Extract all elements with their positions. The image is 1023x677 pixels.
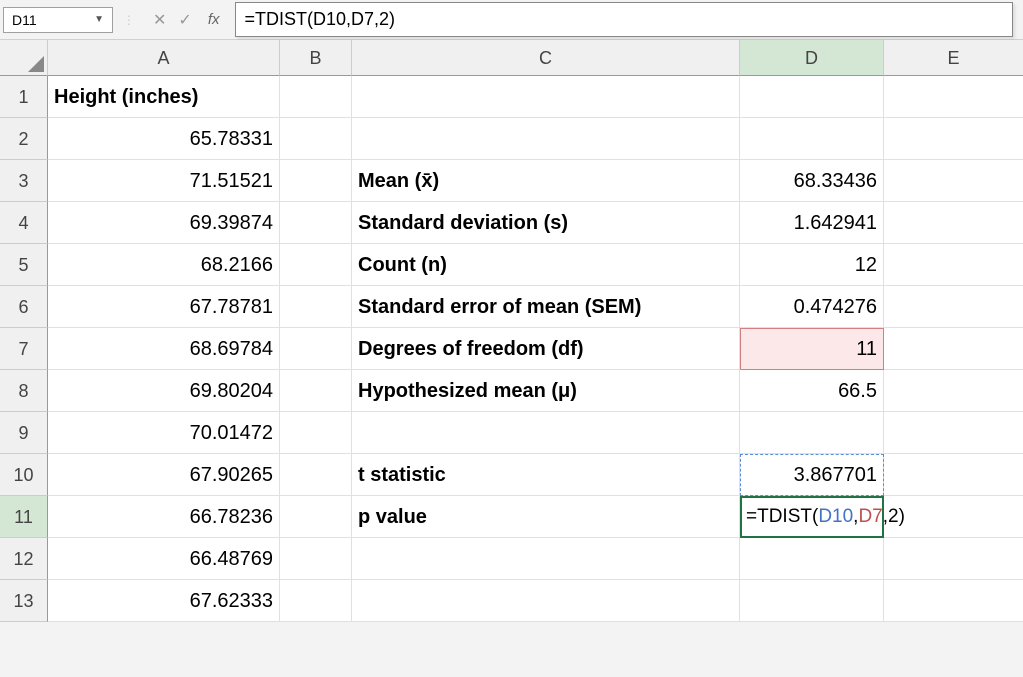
formula-bar: D11 ▼ ⋮ ✕ ✓ fx =TDIST(D10,D7,2) [0, 0, 1023, 40]
cell-D12[interactable] [740, 538, 884, 580]
cell-A4[interactable]: 69.39874 [48, 202, 280, 244]
cell-D13[interactable] [740, 580, 884, 622]
spreadsheet: A B C D E 1 Height (inches) 2 65.78331 3… [0, 40, 1023, 622]
row-header-8[interactable]: 8 [0, 370, 48, 412]
cell-A9[interactable]: 70.01472 [48, 412, 280, 454]
cell-D6[interactable]: 0.474276 [740, 286, 884, 328]
col-header-A[interactable]: A [48, 40, 280, 76]
cell-D11[interactable]: =TDIST(D10,D7,2) [740, 496, 884, 538]
row-header-4[interactable]: 4 [0, 202, 48, 244]
cell-B11[interactable] [280, 496, 352, 538]
cell-E4[interactable] [884, 202, 1023, 244]
cell-C2[interactable] [352, 118, 740, 160]
cell-A5[interactable]: 68.2166 [48, 244, 280, 286]
cell-C1[interactable] [352, 76, 740, 118]
cell-C6[interactable]: Standard error of mean (SEM) [352, 286, 740, 328]
cell-E2[interactable] [884, 118, 1023, 160]
row-header-1[interactable]: 1 [0, 76, 48, 118]
cell-A6[interactable]: 67.78781 [48, 286, 280, 328]
cell-C5[interactable]: Count (n) [352, 244, 740, 286]
cell-C13[interactable] [352, 580, 740, 622]
cell-C10[interactable]: t statistic [352, 454, 740, 496]
cell-A3[interactable]: 71.51521 [48, 160, 280, 202]
formula-buttons: ✕ ✓ fx [145, 10, 231, 30]
chevron-down-icon[interactable]: ▼ [94, 14, 104, 25]
cell-B5[interactable] [280, 244, 352, 286]
cell-A1[interactable]: Height (inches) [48, 76, 280, 118]
cell-D9[interactable] [740, 412, 884, 454]
cell-B7[interactable] [280, 328, 352, 370]
cell-B8[interactable] [280, 370, 352, 412]
cell-C7[interactable]: Degrees of freedom (df) [352, 328, 740, 370]
cell-A10[interactable]: 67.90265 [48, 454, 280, 496]
cell-D5[interactable]: 12 [740, 244, 884, 286]
cell-C9[interactable] [352, 412, 740, 454]
cell-C3[interactable]: Mean (x̄) [352, 160, 740, 202]
cell-E8[interactable] [884, 370, 1023, 412]
cell-E13[interactable] [884, 580, 1023, 622]
cell-D7[interactable]: 11 [740, 328, 884, 370]
cell-D3[interactable]: 68.33436 [740, 160, 884, 202]
cell-D8[interactable]: 66.5 [740, 370, 884, 412]
row-header-7[interactable]: 7 [0, 328, 48, 370]
name-box-value: D11 [12, 12, 37, 28]
divider: ⋮ [123, 13, 135, 27]
enter-icon[interactable]: ✓ [178, 10, 191, 30]
cell-E12[interactable] [884, 538, 1023, 580]
row-header-13[interactable]: 13 [0, 580, 48, 622]
formula-input[interactable]: =TDIST(D10,D7,2) [235, 2, 1013, 37]
cell-B3[interactable] [280, 160, 352, 202]
row-header-11[interactable]: 11 [0, 496, 48, 538]
cell-A7[interactable]: 68.69784 [48, 328, 280, 370]
cell-B12[interactable] [280, 538, 352, 580]
cell-B13[interactable] [280, 580, 352, 622]
cell-B1[interactable] [280, 76, 352, 118]
cell-C4[interactable]: Standard deviation (s) [352, 202, 740, 244]
cell-A11[interactable]: 66.78236 [48, 496, 280, 538]
select-all-corner[interactable] [0, 40, 48, 76]
cell-B9[interactable] [280, 412, 352, 454]
cell-A13[interactable]: 67.62333 [48, 580, 280, 622]
cell-D4[interactable]: 1.642941 [740, 202, 884, 244]
cell-D10[interactable]: 3.867701 [740, 454, 884, 496]
cell-E6[interactable] [884, 286, 1023, 328]
cell-A12[interactable]: 66.48769 [48, 538, 280, 580]
row-header-12[interactable]: 12 [0, 538, 48, 580]
row-header-9[interactable]: 9 [0, 412, 48, 454]
cell-A2[interactable]: 65.78331 [48, 118, 280, 160]
row-header-2[interactable]: 2 [0, 118, 48, 160]
row-header-3[interactable]: 3 [0, 160, 48, 202]
col-header-B[interactable]: B [280, 40, 352, 76]
cell-B6[interactable] [280, 286, 352, 328]
cell-B4[interactable] [280, 202, 352, 244]
cell-E3[interactable] [884, 160, 1023, 202]
grid: A B C D E 1 Height (inches) 2 65.78331 3… [0, 40, 1023, 622]
cell-D2[interactable] [740, 118, 884, 160]
col-header-D[interactable]: D [740, 40, 884, 76]
col-header-E[interactable]: E [884, 40, 1023, 76]
cancel-icon[interactable]: ✕ [153, 10, 166, 30]
cell-D1[interactable] [740, 76, 884, 118]
cell-B2[interactable] [280, 118, 352, 160]
cell-E9[interactable] [884, 412, 1023, 454]
cell-C12[interactable] [352, 538, 740, 580]
cell-E10[interactable] [884, 454, 1023, 496]
cell-E5[interactable] [884, 244, 1023, 286]
col-header-C[interactable]: C [352, 40, 740, 76]
cell-B10[interactable] [280, 454, 352, 496]
row-header-6[interactable]: 6 [0, 286, 48, 328]
name-box[interactable]: D11 ▼ [3, 7, 113, 33]
cell-C11[interactable]: p value [352, 496, 740, 538]
cell-A8[interactable]: 69.80204 [48, 370, 280, 412]
cell-E1[interactable] [884, 76, 1023, 118]
cell-C8[interactable]: Hypothesized mean (μ) [352, 370, 740, 412]
cell-E7[interactable] [884, 328, 1023, 370]
fx-icon[interactable]: fx [208, 11, 220, 28]
row-header-5[interactable]: 5 [0, 244, 48, 286]
row-header-10[interactable]: 10 [0, 454, 48, 496]
